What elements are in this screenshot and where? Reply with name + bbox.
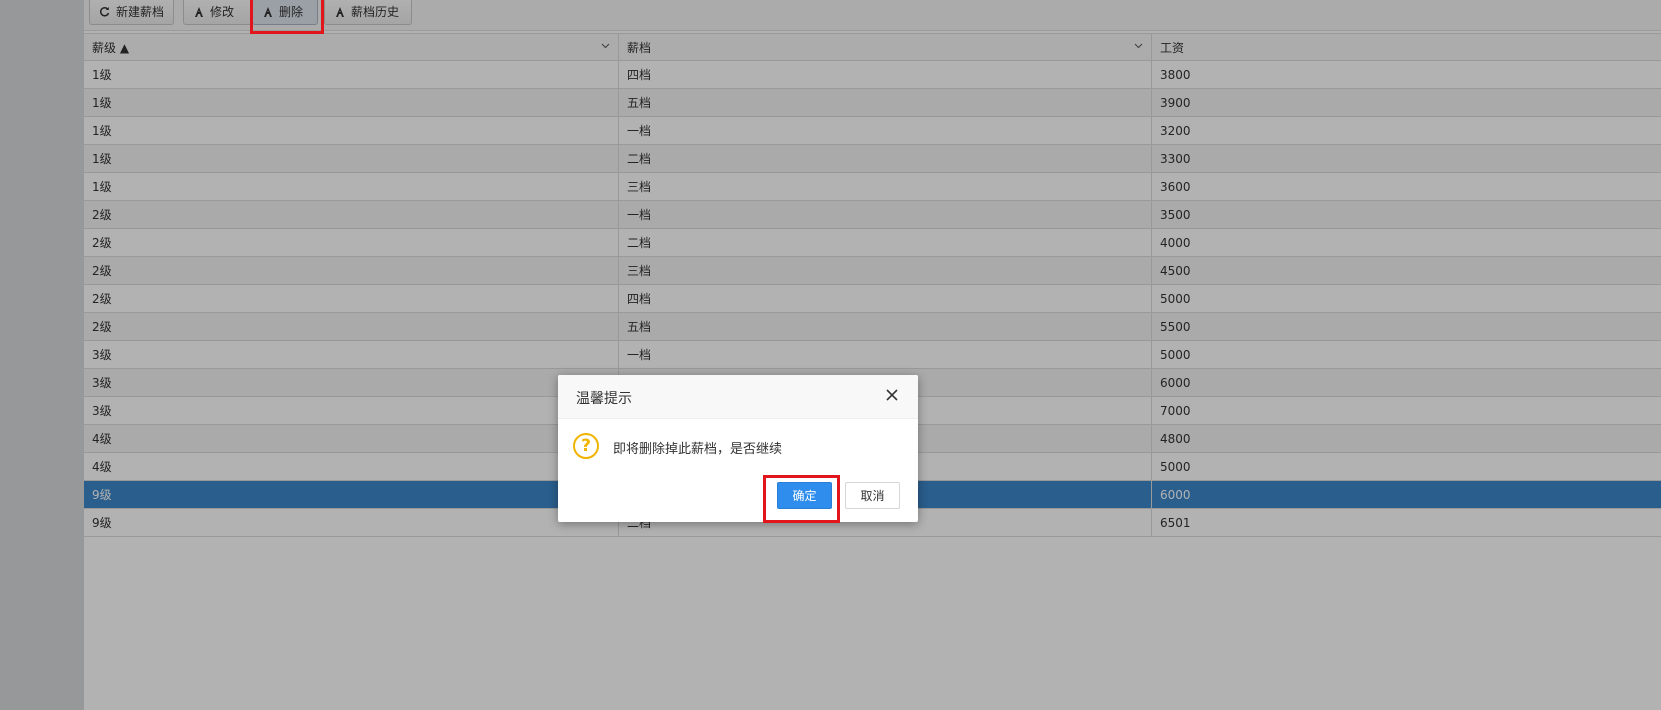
confirm-button[interactable]: 确定: [777, 482, 832, 509]
dialog-message: 即将删除掉此薪档，是否继续: [613, 442, 783, 457]
question-icon: ?: [573, 433, 599, 459]
dialog-title: 温馨提示: [576, 391, 632, 407]
cancel-button[interactable]: 取消: [845, 482, 900, 509]
confirm-dialog: 温馨提示 ? 即将删除掉此薪档，是否继续 确定 取消: [558, 375, 918, 523]
modal-overlay: [0, 0, 1661, 710]
close-icon[interactable]: [880, 383, 904, 407]
dialog-header: 温馨提示: [558, 375, 918, 419]
